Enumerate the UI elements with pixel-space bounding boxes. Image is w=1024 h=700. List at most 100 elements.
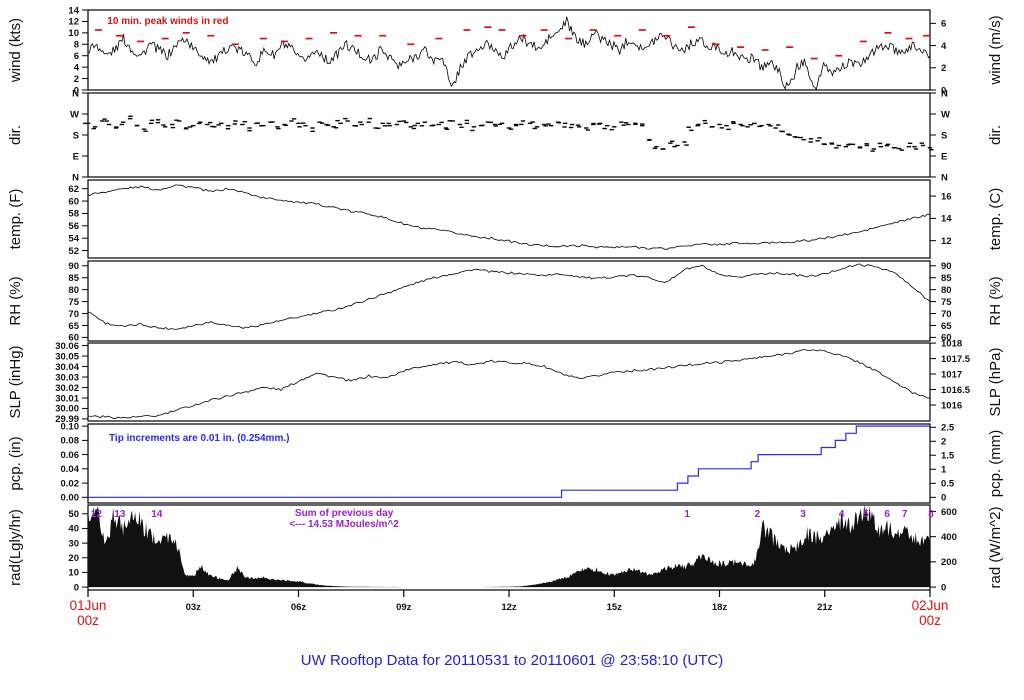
svg-text:85: 85 — [941, 273, 952, 284]
svg-text:<--- 14.53 MJoules/m^2: <--- 14.53 MJoules/m^2 — [289, 519, 399, 530]
svg-text:1017: 1017 — [941, 369, 962, 380]
svg-text:400: 400 — [941, 532, 957, 543]
svg-text:6: 6 — [74, 51, 79, 62]
svg-text:8: 8 — [928, 509, 934, 520]
svg-text:54: 54 — [68, 233, 79, 244]
svg-text:70: 70 — [941, 309, 952, 320]
svg-text:0: 0 — [941, 493, 946, 504]
svg-text:50: 50 — [68, 509, 79, 520]
svg-text:0.02: 0.02 — [61, 478, 80, 489]
svg-text:4: 4 — [941, 41, 947, 52]
svg-text:13: 13 — [114, 509, 126, 520]
svg-text:dir.: dir. — [7, 125, 24, 145]
svg-text:3: 3 — [800, 509, 806, 520]
svg-text:65: 65 — [941, 321, 952, 332]
svg-text:SLP (hPa): SLP (hPa) — [987, 348, 1004, 417]
svg-text:02Jun: 02Jun — [912, 598, 949, 613]
svg-text:1.5: 1.5 — [941, 451, 955, 462]
svg-text:6: 6 — [941, 19, 946, 30]
svg-text:rad(Lgly/hr): rad(Lgly/hr) — [7, 509, 24, 586]
svg-text:12: 12 — [91, 509, 103, 520]
svg-text:09z: 09z — [396, 602, 412, 613]
svg-text:wind (kts): wind (kts) — [7, 18, 24, 83]
svg-text:21z: 21z — [817, 602, 833, 613]
svg-text:W: W — [941, 109, 950, 120]
svg-text:70: 70 — [68, 309, 79, 320]
svg-text:1016.5: 1016.5 — [941, 385, 971, 396]
svg-text:rad (W/m^2): rad (W/m^2) — [987, 506, 1004, 588]
svg-text:wind (m/s): wind (m/s) — [987, 15, 1004, 85]
svg-text:4: 4 — [74, 62, 80, 73]
wind-panel: 024681012140246wind (kts) wind (m/s)10 mi… — [7, 5, 1004, 96]
svg-text:2: 2 — [941, 63, 946, 74]
svg-text:80: 80 — [941, 285, 952, 296]
svg-text:30.06: 30.06 — [55, 341, 79, 352]
radiation-panel: 010203040500200400600rad(Lgly/hr) rad (W/… — [7, 504, 1004, 593]
svg-text:1016: 1016 — [941, 400, 962, 411]
svg-text:2.5: 2.5 — [941, 423, 955, 434]
svg-text:0.5: 0.5 — [941, 479, 955, 490]
svg-text:30.00: 30.00 — [55, 404, 79, 415]
svg-text:5: 5 — [863, 509, 869, 520]
svg-text:RH (%): RH (%) — [987, 276, 1004, 325]
svg-text:14: 14 — [68, 5, 79, 16]
svg-text:2: 2 — [941, 437, 946, 448]
humidity-panel: 6065707580859060657075808590RH (%) RH (%) — [7, 260, 1004, 344]
svg-text:10 min. peak winds in red: 10 min. peak winds in red — [107, 16, 228, 27]
temperature-panel: 52 545658 6062 12 14 16 temp. (F) temp. (C) — [7, 179, 1004, 259]
svg-text:30.01: 30.01 — [55, 393, 79, 404]
svg-text:0.10: 0.10 — [61, 421, 80, 432]
svg-text:1: 1 — [684, 509, 690, 520]
svg-text:Tip increments are 0.01 in. (0: Tip increments are 0.01 in. (0.254mm.) — [109, 433, 289, 444]
svg-text:2: 2 — [755, 509, 761, 520]
svg-text:RH (%): RH (%) — [7, 276, 24, 325]
svg-text:30.04: 30.04 — [55, 362, 79, 373]
svg-text:W: W — [70, 109, 79, 120]
svg-text:90: 90 — [941, 261, 952, 272]
svg-text:14: 14 — [151, 509, 163, 520]
svg-text:0.08: 0.08 — [61, 436, 80, 447]
svg-text:00z: 00z — [77, 613, 99, 628]
svg-text:30.05: 30.05 — [55, 351, 79, 362]
svg-text:14: 14 — [941, 214, 952, 225]
svg-text:65: 65 — [68, 321, 79, 332]
svg-text:18z: 18z — [712, 602, 728, 613]
direction-panel: NWSENNWSENdir. dir. — [7, 88, 1004, 183]
svg-text:6: 6 — [884, 509, 890, 520]
meteogram-figure: 0 2 4 6 8 10 12 14 0 2 4 6 wind (kts) wind (m/s) 10 mi… — [0, 0, 1024, 700]
svg-text:SLP (inHg): SLP (inHg) — [7, 345, 24, 418]
svg-text:8: 8 — [74, 40, 79, 51]
svg-text:85: 85 — [68, 273, 79, 284]
svg-text:1018: 1018 — [941, 338, 962, 349]
svg-text:0.00: 0.00 — [61, 493, 80, 504]
svg-text:06z: 06z — [291, 602, 307, 613]
svg-text:52: 52 — [68, 246, 79, 257]
svg-text:N: N — [72, 88, 79, 99]
svg-text:E: E — [73, 151, 79, 162]
precip-panel: 0.00 0.02 0.04 0.06 0.08 0.10 0 0.5 1 1.5 2 2.5 pcp.… — [7, 421, 1004, 504]
svg-text:Sum of previous day: Sum of previous day — [295, 508, 394, 519]
svg-text:1017.5: 1017.5 — [941, 354, 971, 365]
svg-text:E: E — [941, 151, 947, 162]
svg-text:56: 56 — [68, 221, 79, 232]
svg-text:12: 12 — [941, 236, 952, 247]
svg-text:30.02: 30.02 — [55, 383, 79, 394]
time-axis: 01Jun00z03z 06z 09z 12z 15z 18z 21z 02Jun00z — [70, 590, 949, 628]
svg-text:12z: 12z — [501, 602, 517, 613]
svg-text:01Jun: 01Jun — [70, 598, 107, 613]
svg-text:75: 75 — [68, 297, 79, 308]
svg-text:10: 10 — [68, 568, 79, 579]
svg-text:58: 58 — [68, 209, 79, 220]
svg-text:0.04: 0.04 — [61, 464, 80, 475]
svg-text:40: 40 — [68, 524, 79, 535]
svg-text:90: 90 — [68, 261, 79, 272]
svg-text:80: 80 — [68, 285, 79, 296]
svg-text:S: S — [73, 130, 79, 141]
svg-text:62: 62 — [68, 184, 79, 195]
svg-text:10: 10 — [68, 28, 79, 39]
svg-text:60: 60 — [68, 196, 79, 207]
svg-text:dir.: dir. — [987, 125, 1004, 145]
svg-text:2: 2 — [74, 74, 79, 85]
svg-text:00z: 00z — [919, 613, 941, 628]
svg-text:15z: 15z — [607, 602, 623, 613]
